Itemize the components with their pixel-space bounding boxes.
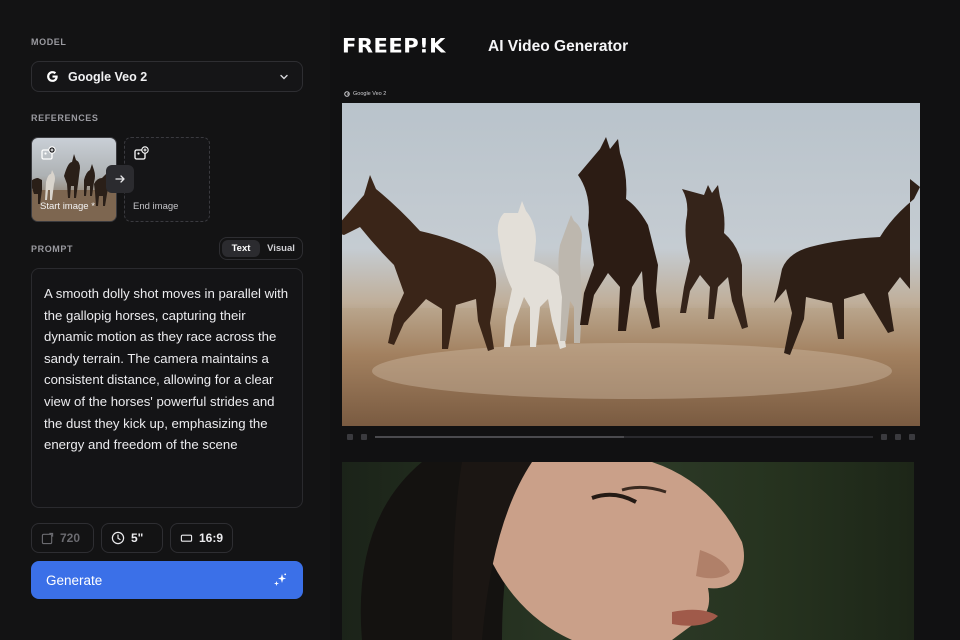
page-title: AI Video Generator xyxy=(488,38,629,55)
video-player-horses[interactable] xyxy=(342,103,920,426)
settings-icon[interactable] xyxy=(881,434,887,440)
swap-references-button[interactable] xyxy=(106,165,134,193)
model-dropdown[interactable]: Google Veo 2 xyxy=(31,61,303,92)
google-icon xyxy=(44,69,60,85)
image-add-icon xyxy=(134,146,149,160)
prompt-mode-toggle: Text Visual xyxy=(219,237,303,260)
clock-icon xyxy=(111,531,125,545)
resolution-icon xyxy=(41,532,54,544)
duration-selector[interactable]: 5" xyxy=(101,523,163,553)
volume-icon[interactable] xyxy=(361,434,367,440)
freepik-logo[interactable]: FREEP!K xyxy=(342,35,446,58)
image-add-icon xyxy=(41,146,56,160)
model-section-label: MODEL xyxy=(31,37,67,47)
tab-text[interactable]: Text xyxy=(222,240,260,257)
end-image-label: End image xyxy=(133,201,179,212)
tab-visual[interactable]: Visual xyxy=(262,240,300,257)
video-model-tag: Google Veo 2 xyxy=(344,91,386,97)
aspect-ratio-value: 16:9 xyxy=(198,531,223,545)
video-progress-fill xyxy=(375,436,624,438)
arrow-right-icon xyxy=(115,175,125,183)
sparkle-icon xyxy=(274,573,287,586)
gallery-panel: FREEP!K AI Video Generator Google Veo 2 xyxy=(330,0,960,640)
aspect-ratio-icon xyxy=(180,534,193,542)
aspect-ratio-selector[interactable]: 16:9 xyxy=(170,523,233,553)
pip-icon[interactable] xyxy=(895,434,901,440)
video-progress-bar[interactable] xyxy=(375,436,873,438)
video-model-name: Google Veo 2 xyxy=(353,91,387,97)
video-player-portrait[interactable] xyxy=(342,462,914,640)
google-icon xyxy=(344,91,350,97)
generate-button[interactable]: Generate xyxy=(31,561,303,599)
video-controls xyxy=(342,430,920,444)
duration-value: 5" xyxy=(131,531,144,545)
prompt-input[interactable]: A smooth dolly shot moves in parallel wi… xyxy=(31,268,303,508)
model-name: Google Veo 2 xyxy=(68,69,148,84)
references-section-label: REFERENCES xyxy=(31,113,99,123)
resolution-selector[interactable]: 720 xyxy=(31,523,94,553)
resolution-value: 720 xyxy=(60,531,81,545)
prompt-section-label: PROMPT xyxy=(31,244,74,254)
chevron-down-icon xyxy=(278,71,290,83)
portrait-video-frame xyxy=(360,462,744,640)
settings-panel: MODEL Google Veo 2 REFERENCES Start imag… xyxy=(0,0,330,640)
fullscreen-icon[interactable] xyxy=(909,434,915,440)
prompt-text: A smooth dolly shot moves in parallel wi… xyxy=(44,286,289,453)
start-image-label: Start image * xyxy=(40,201,95,212)
horses-video-frame xyxy=(342,137,920,426)
generate-label: Generate xyxy=(46,572,103,588)
play-icon[interactable] xyxy=(347,434,353,440)
end-image-card[interactable]: End image xyxy=(124,137,210,222)
start-image-card[interactable]: Start image * xyxy=(31,137,117,222)
